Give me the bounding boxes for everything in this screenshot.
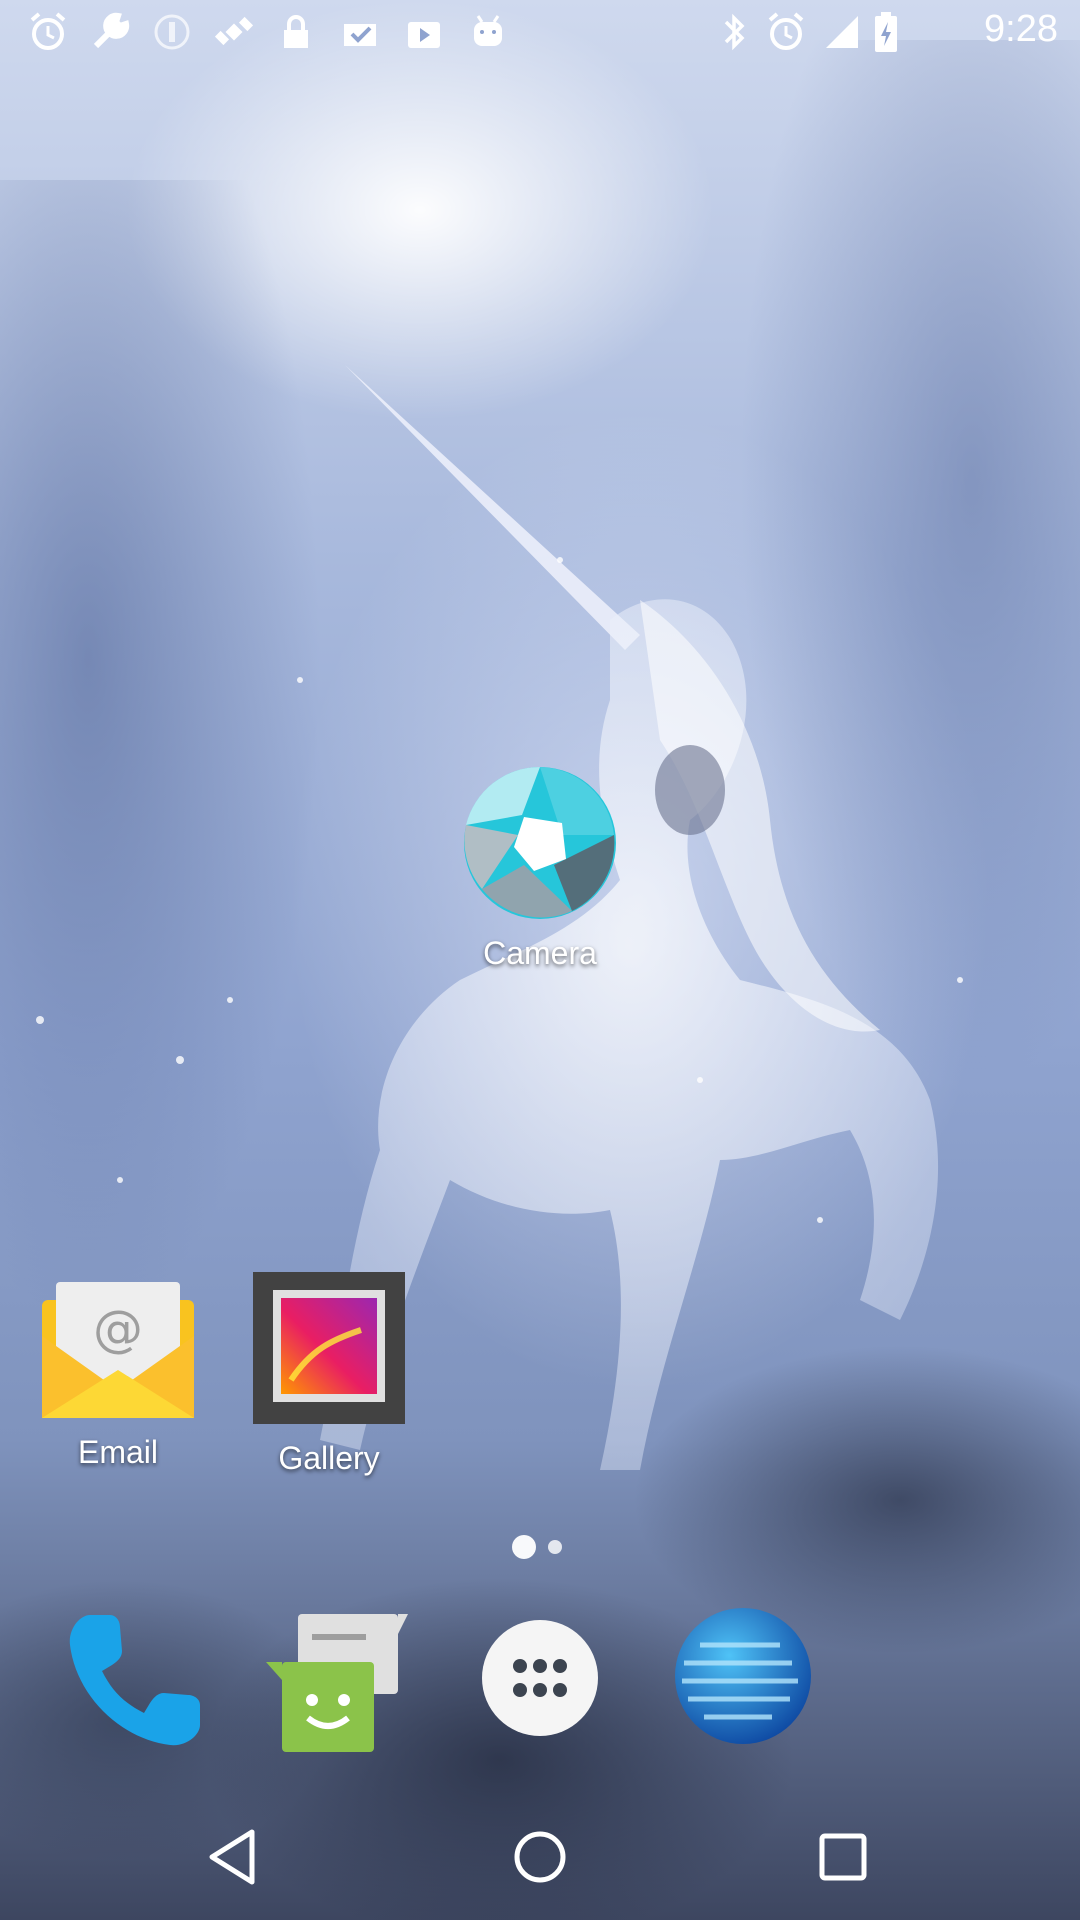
messaging-icon[interactable]	[262, 1610, 412, 1760]
bluetooth-icon	[724, 13, 745, 51]
email-icon: @	[42, 1282, 194, 1418]
play-store-icon	[408, 22, 440, 48]
lock-icon	[284, 15, 308, 48]
app-label-email: Email	[77, 1434, 158, 1470]
battery-icon	[875, 12, 897, 52]
clipboard-check-icon	[344, 24, 376, 46]
page-dot	[548, 1540, 562, 1554]
satellite-icon	[214, 16, 254, 46]
app-email[interactable]: @ Email	[30, 1270, 206, 1471]
svg-text:@: @	[93, 1300, 143, 1358]
clock-time: 9:28	[984, 8, 1058, 50]
app-drawer-icon[interactable]	[480, 1618, 600, 1738]
app-gallery[interactable]: Gallery	[244, 1270, 414, 1477]
camera-shutter-icon	[464, 766, 616, 919]
home-screen: 9:28 Camera @ Email Gallery	[0, 0, 1080, 1920]
home-icon[interactable]	[505, 1822, 575, 1892]
page-dot-current	[512, 1535, 536, 1559]
back-icon[interactable]	[200, 1822, 270, 1892]
app-camera[interactable]: Camera	[455, 765, 625, 972]
app-label-camera: Camera	[483, 935, 597, 971]
gallery-icon	[253, 1272, 405, 1424]
signal-icon	[826, 16, 858, 48]
recents-icon[interactable]	[808, 1822, 878, 1892]
page-indicator	[508, 1535, 578, 1559]
alarm-icon	[768, 12, 804, 50]
navigation-bar	[0, 1794, 1080, 1920]
globe-icon[interactable]	[672, 1605, 814, 1747]
app-label-gallery: Gallery	[278, 1440, 380, 1476]
info-icon	[154, 14, 190, 50]
status-bar: 9:28	[0, 0, 1080, 62]
phone-icon[interactable]	[60, 1605, 210, 1755]
alarm-icon	[30, 12, 66, 50]
wrench-icon	[93, 12, 130, 49]
android-icon	[474, 15, 502, 46]
